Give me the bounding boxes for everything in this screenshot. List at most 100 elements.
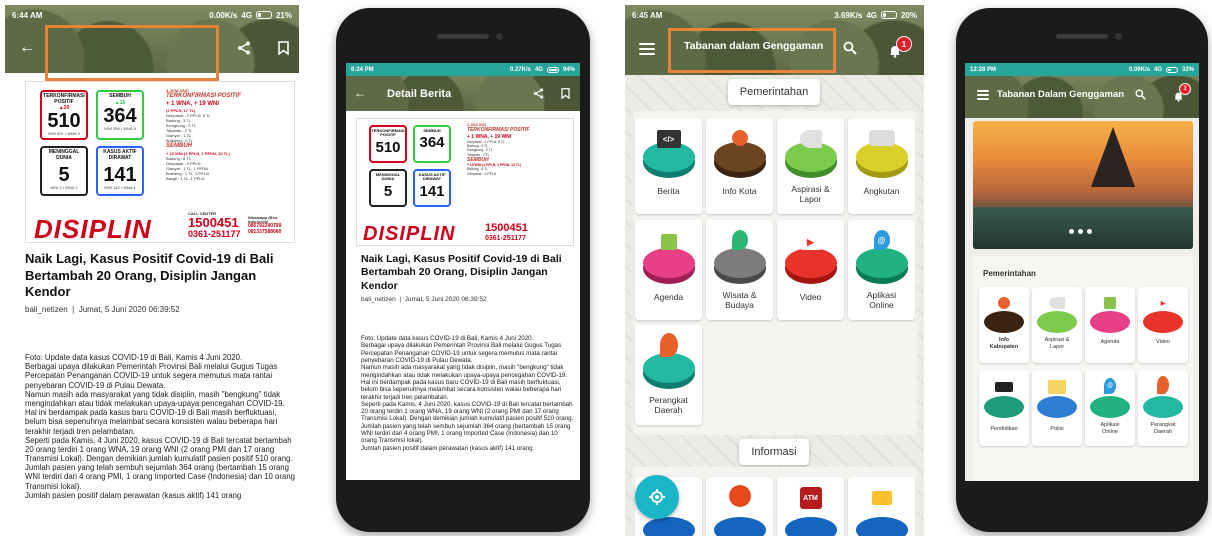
- tile-label: Angkutan: [863, 186, 900, 196]
- article-body: Foto: Update data kasus COVID-19 di Bali…: [25, 353, 295, 500]
- disiplin-banner: DISIPLIN: [34, 214, 152, 243]
- covid-update-poster: TERKONFIRMASI POSITIF ▲20 510 WNI 501 • …: [25, 81, 295, 243]
- crosshair-icon: [649, 489, 665, 505]
- status-speed: 3.69K/s: [834, 10, 863, 20]
- share-icon[interactable]: [234, 38, 254, 58]
- share-icon[interactable]: [530, 85, 546, 101]
- tile-video[interactable]: ▶ Video: [1138, 287, 1188, 363]
- tile-video[interactable]: ▶ Video: [777, 220, 844, 320]
- section-title: Pemerintahan: [983, 269, 1036, 278]
- screen-article-1: 6:44 AM 0.00K/s 4G 21% ← TERKONFIRMASI P…: [5, 5, 299, 536]
- hotline: CALL CENTER 1500451 0361-251177: [188, 211, 241, 239]
- network-label: 4G: [866, 10, 877, 20]
- screen-menu-grid: 6:45 AM 3.69K/s 4G 20% Tabanan dalam Gen…: [625, 5, 924, 536]
- status-time: 6:44 AM: [12, 10, 43, 20]
- atm-icon: ATM: [799, 487, 822, 509]
- battery-icon: [255, 11, 272, 19]
- tile-agenda[interactable]: Agenda: [1085, 287, 1135, 363]
- vehicle-icon: [868, 130, 895, 146]
- bookmark-icon[interactable]: [558, 85, 572, 101]
- battery-icon: [880, 11, 897, 19]
- banner-carousel[interactable]: [973, 121, 1193, 249]
- ticket-icon: [871, 491, 892, 505]
- tile-info-kota[interactable]: Info Kota: [706, 118, 773, 214]
- page-title: Detail Berita: [387, 88, 452, 100]
- tile-label: Perangkat Daerah: [1150, 422, 1176, 435]
- tile-label: Video: [799, 292, 822, 302]
- article-date: Jumat, 5 Juni 2020 06:39:52: [404, 296, 487, 303]
- tile-info-kabupaten[interactable]: Info Kabupaten: [979, 287, 1029, 363]
- tile-label: Polisi: [1050, 426, 1064, 432]
- tile-informasi-2[interactable]: [706, 477, 773, 536]
- stat-box-recovered: SEMBUH ▲15 364 WNI 356 • WNA 8: [96, 90, 144, 140]
- back-arrow-icon[interactable]: ←: [352, 85, 368, 101]
- map-pin-icon: [731, 130, 748, 146]
- tile-label: Wisata & Budaya: [722, 290, 757, 311]
- back-arrow-icon[interactable]: ←: [17, 38, 37, 58]
- tile-angkutan[interactable]: Angkutan: [848, 118, 915, 214]
- app-title: Tabanan Dalam Genggaman: [997, 89, 1125, 100]
- laptop-icon: </>: [656, 130, 681, 148]
- tile-label: Pendidikan: [990, 426, 1018, 432]
- carousel-dots[interactable]: [1069, 229, 1092, 234]
- menu-icon[interactable]: [977, 90, 989, 100]
- poster-detail: 4 JUNI 2020 TERKONFIRMASI POSITIF + 1 WN…: [467, 123, 530, 176]
- status-bar: 12:28 PM 0.09K/s 4G 32%: [965, 63, 1199, 76]
- search-icon[interactable]: [841, 39, 859, 57]
- flag-icon: [1104, 297, 1116, 309]
- tile-label: Info Kabupaten: [989, 337, 1019, 350]
- stat-box-deaths: MENINGGAL DUNIA 5: [369, 169, 407, 207]
- bookmark-icon[interactable]: [274, 38, 292, 58]
- status-speed: 0.09K/s: [1128, 66, 1150, 73]
- tile-berita[interactable]: </> Berita: [635, 118, 702, 214]
- play-icon: ▶: [1155, 297, 1171, 309]
- tile-label: Agenda: [653, 292, 684, 302]
- pin-icon: [1157, 376, 1169, 394]
- tile-polisi[interactable]: Polisi: [1032, 370, 1082, 446]
- header-highlight: [45, 25, 219, 81]
- stat-box-deaths: MENINGGAL DUNIA 5 WNI 3 • WNA 2: [40, 146, 88, 196]
- tile-aspirasi-lapor[interactable]: Aspirasi & Lapor: [1032, 287, 1082, 363]
- stat-box-active: KASUS AKTIF DIRAWAT 141 WNI 140 • WNA 1: [96, 146, 144, 196]
- tile-label: Info Kota: [722, 186, 757, 196]
- megaphone-icon: [799, 130, 822, 148]
- tile-agenda[interactable]: Agenda: [635, 220, 702, 320]
- tile-label: Perangkat Daerah: [649, 395, 688, 416]
- tile-label: Aspirasi & Lapor: [1044, 337, 1070, 350]
- location-fab[interactable]: [635, 475, 679, 519]
- tile-informasi-3[interactable]: ATM: [777, 477, 844, 536]
- at-sign-icon: @: [873, 230, 890, 250]
- tile-label: Aspirasi & Lapor: [791, 184, 830, 205]
- status-speed: 0.00K/s: [209, 10, 238, 20]
- network-label: 4G: [534, 66, 543, 73]
- whatsapp-numbers: Whatsapp (Bhs. Indonesia) 085792240799 0…: [248, 215, 282, 235]
- tile-wisata-budaya[interactable]: Wisata & Budaya: [706, 220, 773, 320]
- article-author: bali_netizen: [25, 305, 68, 314]
- tile-aspirasi-lapor[interactable]: Aspirasi & Lapor: [777, 118, 844, 214]
- tile-aplikasi-online[interactable]: @ Aplikasi Online: [1085, 370, 1135, 446]
- article-body: Foto: Update data kasus COVID-19 di Bali…: [361, 335, 574, 452]
- hotline: 1500451 0361-251177: [485, 222, 528, 242]
- network-label: 4G: [1153, 66, 1162, 73]
- tile-label: Video: [1156, 339, 1170, 345]
- tile-perangkat-daerah[interactable]: Perangkat Daerah: [1138, 370, 1188, 446]
- pin-icon: [659, 333, 678, 357]
- menu-icon[interactable]: [639, 43, 655, 55]
- status-time: 6:45 AM: [632, 10, 663, 20]
- tile-aplikasi-online[interactable]: @ Aplikasi Online: [848, 220, 915, 320]
- status-time: 6:24 PM: [351, 66, 374, 73]
- tile-pendidikan[interactable]: Pendidikan: [979, 370, 1029, 446]
- police-station-icon: [1048, 380, 1066, 394]
- tile-perangkat-daerah[interactable]: Perangkat Daerah: [635, 325, 702, 425]
- location-icon: [731, 230, 748, 250]
- search-icon[interactable]: [1133, 87, 1147, 101]
- notification-badge: 1: [1179, 83, 1191, 95]
- article-author: bali_netizen: [361, 296, 396, 303]
- tile-label: Aplikasi Online: [866, 290, 897, 311]
- screen-home: 12:28 PM 0.09K/s 4G 32% Tabanan Dalam Ge…: [965, 63, 1199, 481]
- title-highlight: [668, 28, 836, 73]
- status-speed: 0.27K/s: [509, 66, 531, 73]
- tile-informasi-4[interactable]: [848, 477, 915, 536]
- tile-label: Berita: [657, 186, 680, 196]
- tile-label: Agenda: [1100, 339, 1120, 345]
